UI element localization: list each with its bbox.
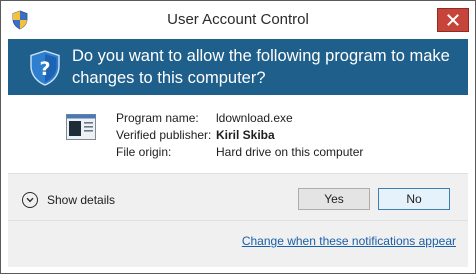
question-banner: ? Do you want to allow the following pro… (8, 39, 468, 95)
dialog-footer: Show details Yes No Change when these no… (8, 173, 468, 267)
window-title: User Account Control (167, 11, 309, 28)
uac-dialog: User Account Control ? Do you want to al… (0, 0, 476, 274)
yes-button[interactable]: Yes (298, 188, 370, 210)
uac-question: Do you want to allow the following progr… (72, 47, 450, 87)
notification-settings-link[interactable]: Change when these notifications appear (242, 234, 456, 248)
program-name-value: ldownload.exe (216, 111, 293, 125)
no-button[interactable]: No (378, 188, 450, 210)
publisher-value: Kiril Skiba (216, 128, 275, 142)
footer-divider (8, 220, 468, 221)
chevron-down-icon (22, 192, 38, 208)
file-origin-label: File origin: (116, 145, 172, 159)
svg-text:?: ? (39, 58, 50, 80)
program-name-label: Program name: (116, 111, 199, 125)
file-origin-value: Hard drive on this computer (216, 145, 364, 159)
show-details-label: Show details (47, 193, 116, 207)
close-button[interactable] (437, 8, 469, 32)
publisher-label: Verified publisher: (116, 128, 212, 142)
program-window-icon (66, 114, 96, 140)
uac-shield-question-icon: ? (28, 50, 62, 86)
show-details-toggle[interactable]: Show details (22, 190, 115, 210)
program-details: Program name: ldownload.exe Verified pub… (8, 95, 468, 169)
title-bar: User Account Control (1, 1, 475, 39)
close-icon (447, 14, 459, 26)
